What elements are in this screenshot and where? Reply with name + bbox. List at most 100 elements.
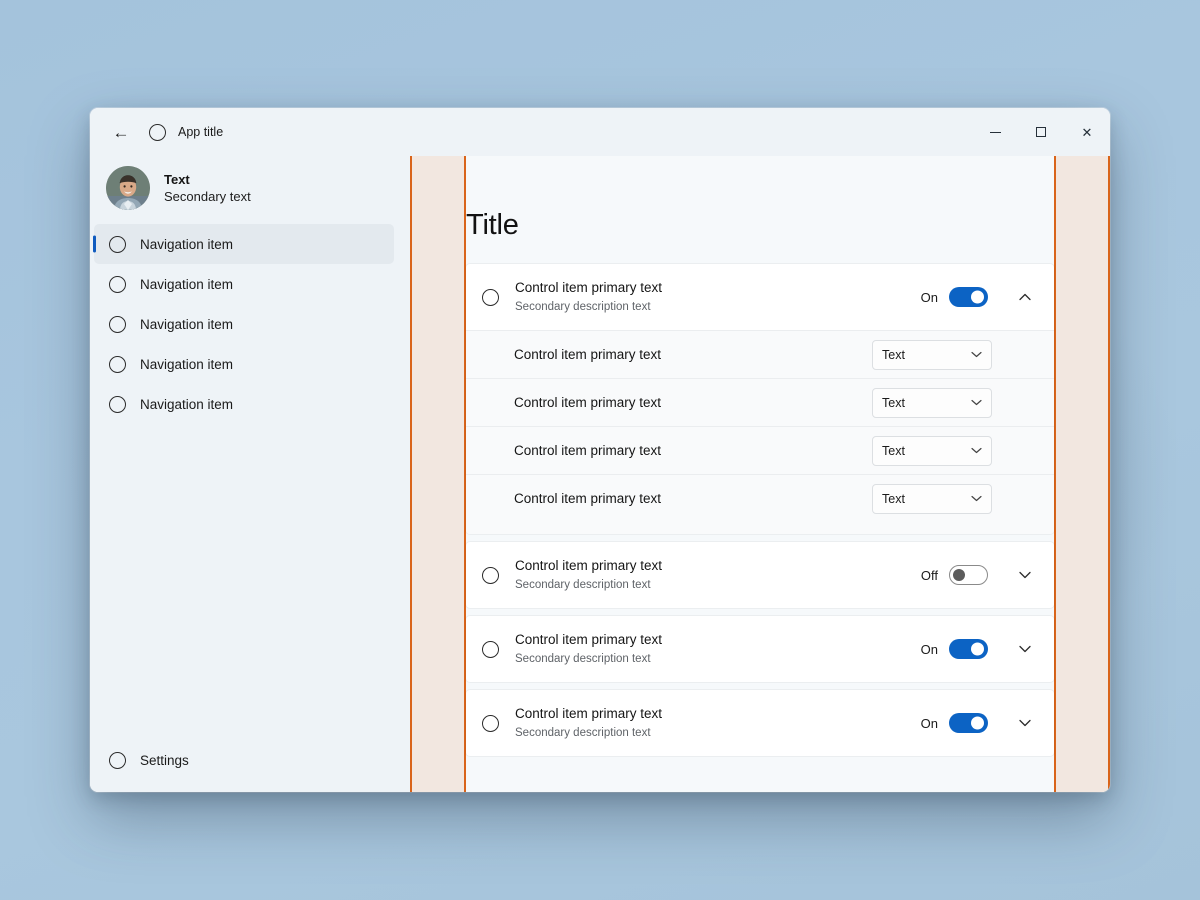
- sub-row-select[interactable]: Text: [872, 339, 992, 370]
- control-sub-row[interactable]: Control item primary text Text: [466, 426, 1054, 474]
- chevron-down-icon: [971, 399, 982, 406]
- sidebar-footer: Settings: [90, 740, 410, 792]
- close-button[interactable]: ✕: [1064, 108, 1110, 156]
- close-icon: ✕: [1081, 124, 1093, 140]
- circle-placeholder-icon: [109, 315, 126, 333]
- sidebar-item-5[interactable]: Navigation item: [94, 384, 394, 424]
- sub-row-label: Control item primary text: [514, 395, 662, 410]
- chevron-up-icon[interactable]: [1014, 293, 1036, 301]
- control-card-header[interactable]: Control item primary text Secondary desc…: [466, 690, 1054, 756]
- chevron-down-icon: [971, 495, 982, 502]
- sidebar-item-label: Navigation item: [140, 356, 234, 372]
- control-sub-row[interactable]: Control item primary text Text: [466, 474, 1054, 522]
- chevron-down-icon[interactable]: [1014, 571, 1036, 579]
- circle-placeholder-icon: [109, 275, 126, 293]
- desktop-background: ← App title ✕ Text Secondary text Naviga…: [0, 0, 1200, 900]
- sidebar-item-1[interactable]: Navigation item: [93, 224, 394, 264]
- control-card-header[interactable]: Control item primary text Secondary desc…: [466, 264, 1054, 330]
- maximize-button[interactable]: [1018, 108, 1064, 156]
- control-secondary-text: Secondary description text: [515, 726, 651, 739]
- toggle-switch[interactable]: [949, 639, 988, 659]
- toggle-group: On: [921, 287, 988, 307]
- control-card-texts: Control item primary text Secondary desc…: [515, 631, 921, 666]
- control-card-header[interactable]: Control item primary text Secondary desc…: [466, 542, 1054, 608]
- toggle-knob: [971, 642, 984, 656]
- toggle-group: Off: [921, 565, 988, 585]
- content-inner: Title Control item primary text Secondar…: [466, 156, 1054, 792]
- sidebar-item-label: Settings: [140, 752, 189, 768]
- circle-placeholder-icon: [149, 123, 166, 141]
- sub-row-label: Control item primary text: [514, 443, 662, 458]
- sidebar-item-2[interactable]: Navigation item: [94, 264, 394, 304]
- circle-placeholder-icon: [482, 288, 499, 306]
- control-primary-text: Control item primary text: [515, 706, 663, 722]
- sub-row-select[interactable]: Text: [872, 387, 992, 418]
- margin-guide-left: [410, 156, 466, 792]
- control-card-texts: Control item primary text Secondary desc…: [515, 279, 921, 314]
- toggle-switch[interactable]: [949, 713, 988, 733]
- app-title: App title: [178, 125, 224, 139]
- toggle-state-label: Off: [920, 567, 938, 583]
- control-sub-rows: Control item primary text Text Control i…: [466, 330, 1054, 534]
- sub-rows-bottom-pad: [466, 522, 1054, 534]
- toggle-state-label: On: [920, 641, 938, 657]
- chevron-down-icon: [971, 447, 982, 454]
- control-primary-text: Control item primary text: [515, 280, 663, 296]
- profile-secondary-text: Secondary text: [164, 189, 251, 204]
- toggle-group: On: [921, 639, 988, 659]
- maximize-icon: [1036, 127, 1046, 137]
- sidebar-item-label: Navigation item: [140, 276, 234, 292]
- minimize-button[interactable]: [972, 108, 1018, 156]
- control-sub-row[interactable]: Control item primary text Text: [466, 378, 1054, 426]
- control-secondary-text: Secondary description text: [515, 578, 651, 591]
- sub-row-select[interactable]: Text: [872, 483, 992, 514]
- select-value: Text: [882, 347, 905, 362]
- sidebar-item-3[interactable]: Navigation item: [94, 304, 394, 344]
- circle-placeholder-icon: [482, 714, 499, 732]
- chevron-down-icon[interactable]: [1014, 719, 1036, 727]
- control-secondary-text: Secondary description text: [515, 652, 651, 665]
- profile-primary-text: Text: [164, 171, 190, 187]
- circle-placeholder-icon: [109, 395, 126, 413]
- sidebar-item-label: Navigation item: [140, 316, 234, 332]
- chevron-down-icon[interactable]: [1014, 645, 1036, 653]
- control-primary-text: Control item primary text: [515, 558, 663, 574]
- circle-placeholder-icon: [482, 566, 499, 584]
- sub-row-select[interactable]: Text: [872, 435, 992, 466]
- toggle-state-label: On: [920, 715, 938, 731]
- circle-placeholder-icon: [109, 355, 126, 373]
- profile-text: Text Secondary text: [164, 171, 251, 205]
- back-arrow-icon[interactable]: ←: [104, 116, 138, 148]
- navigation-list: Navigation item Navigation item Navigati…: [90, 224, 410, 424]
- minimize-icon: [989, 131, 1001, 133]
- sub-row-label: Control item primary text: [514, 491, 662, 506]
- sidebar-item-label: Navigation item: [140, 396, 234, 412]
- toggle-knob: [953, 569, 965, 581]
- profile-block[interactable]: Text Secondary text: [90, 156, 410, 224]
- control-sub-row[interactable]: Control item primary text Text: [466, 330, 1054, 378]
- toggle-switch[interactable]: [949, 287, 988, 307]
- sidebar-item-settings[interactable]: Settings: [94, 740, 394, 780]
- control-card-texts: Control item primary text Secondary desc…: [515, 705, 921, 740]
- control-secondary-text: Secondary description text: [515, 300, 651, 313]
- user-avatar-photo: [106, 166, 150, 210]
- sub-row-label: Control item primary text: [514, 347, 662, 362]
- control-primary-text: Control item primary text: [515, 632, 663, 648]
- toggle-switch[interactable]: [949, 565, 988, 585]
- control-card-texts: Control item primary text Secondary desc…: [515, 557, 921, 592]
- toggle-state-label: On: [920, 289, 938, 305]
- content-area: Title Control item primary text Secondar…: [410, 156, 1110, 792]
- margin-guide-right: [1054, 156, 1110, 792]
- circle-placeholder-icon: [109, 235, 126, 253]
- control-card-4: Control item primary text Secondary desc…: [466, 690, 1054, 756]
- control-card-3: Control item primary text Secondary desc…: [466, 616, 1054, 682]
- control-card-header[interactable]: Control item primary text Secondary desc…: [466, 616, 1054, 682]
- toggle-knob: [971, 290, 984, 304]
- select-value: Text: [882, 443, 905, 458]
- select-value: Text: [882, 491, 905, 506]
- sidebar-item-label: Navigation item: [140, 236, 234, 252]
- sidebar-item-4[interactable]: Navigation item: [94, 344, 394, 384]
- toggle-group: On: [921, 713, 988, 733]
- sidebar: Text Secondary text Navigation item Navi…: [90, 156, 410, 792]
- window-body: Text Secondary text Navigation item Navi…: [90, 156, 1110, 792]
